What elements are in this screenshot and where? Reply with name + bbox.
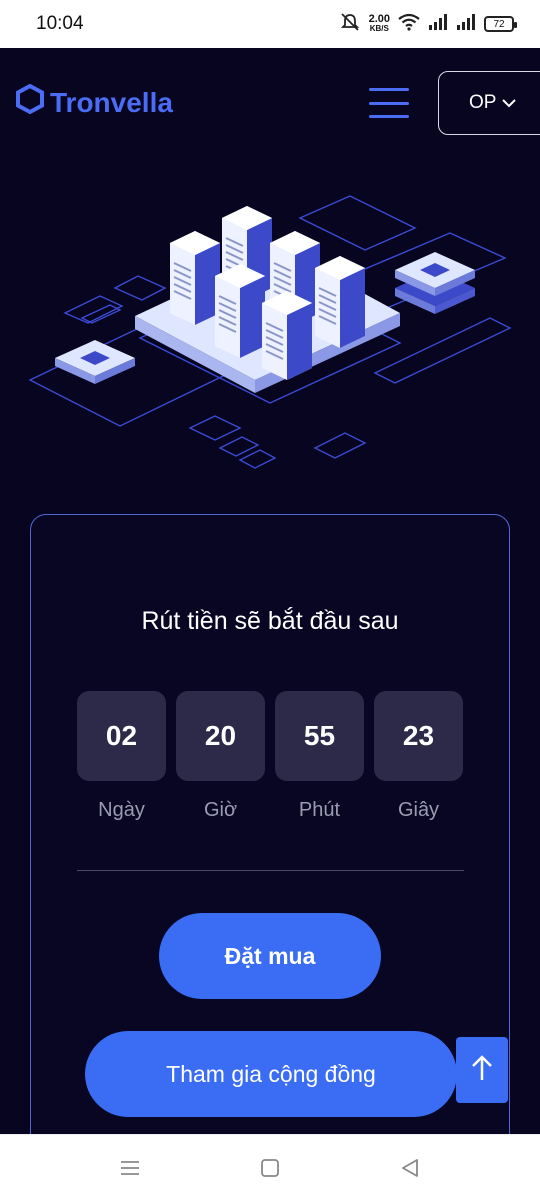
arrow-up-icon (471, 1054, 493, 1087)
divider (77, 870, 464, 871)
minutes-value: 55 (275, 691, 364, 781)
countdown-hours: 20 Giờ (176, 691, 265, 822)
chevron-down-icon (502, 92, 517, 114)
language-selector[interactable]: OP (438, 71, 540, 135)
seconds-label: Giây (397, 799, 440, 821)
scroll-to-top-button[interactable] (456, 1037, 508, 1103)
countdown-timer: 02 Ngày 20 Giờ 55 Phút 23 Giây (77, 691, 463, 822)
withdraw-countdown-card: Rút tiền sẽ bắt đầu sau 02 Ngày 20 Giờ 5… (30, 514, 510, 1134)
wifi-icon (398, 13, 420, 36)
brand-name: Tronvella (50, 86, 173, 118)
battery-icon: 72 (484, 16, 517, 32)
days-value: 02 (77, 691, 166, 781)
hexagon-logo-icon (16, 83, 44, 121)
seconds-value: 23 (374, 691, 463, 781)
countdown-title: Rút tiền sẽ bắt đầu sau (141, 607, 399, 635)
hamburger-icon[interactable] (369, 88, 409, 118)
signal-icon (428, 13, 448, 36)
speed-unit: KB/S (369, 24, 389, 33)
status-bar: 10:04 2.00 KB/S 72 (0, 0, 540, 48)
server-illustration (28, 195, 512, 469)
signal-icon (456, 13, 476, 36)
hours-label: Giờ (203, 799, 238, 821)
language-label: OP (469, 92, 497, 113)
status-time: 10:04 (36, 13, 84, 34)
menu-icon[interactable] (110, 1148, 150, 1188)
countdown-seconds: 23 Giây (374, 691, 463, 822)
join-community-button[interactable]: Tham gia cộng đồng (85, 1031, 457, 1117)
mute-icon (339, 12, 361, 37)
status-icons: 2.00 KB/S 72 (339, 12, 517, 37)
countdown-minutes: 55 Phút (275, 691, 364, 822)
brand-logo[interactable]: Tronvella (16, 83, 173, 121)
app-screen: Tronvella OP Rút tiền sẽ bắt đầu sau 02 … (0, 48, 540, 1134)
system-navigation-bar (0, 1134, 540, 1200)
minutes-label: Phút (298, 799, 341, 821)
back-icon[interactable] (390, 1148, 430, 1188)
header: Tronvella OP (0, 48, 540, 158)
hours-value: 20 (176, 691, 265, 781)
days-label: Ngày (98, 799, 145, 821)
buy-button[interactable]: Đặt mua (159, 913, 381, 999)
home-icon[interactable] (250, 1148, 290, 1188)
network-speed: 2.00 KB/S (369, 14, 390, 34)
countdown-days: 02 Ngày (77, 691, 166, 822)
speed-value: 2.00 (368, 13, 390, 25)
